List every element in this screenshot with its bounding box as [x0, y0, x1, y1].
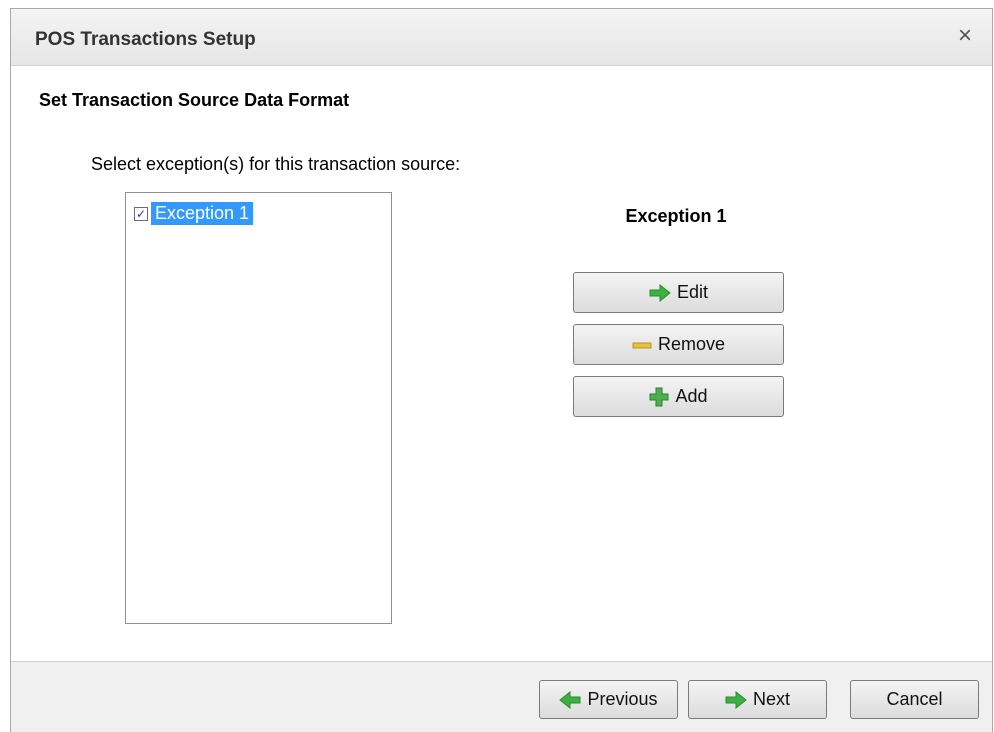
remove-button-label: Remove [657, 334, 726, 354]
add-button[interactable]: Add [573, 376, 784, 417]
arrow-right-icon [649, 283, 671, 302]
section-title: Set Transaction Source Data Format [39, 90, 350, 110]
next-button[interactable]: Next [688, 680, 827, 719]
plus-icon [649, 387, 669, 407]
dialog-footer [11, 661, 992, 732]
exception-item-label[interactable]: Exception 1 [151, 202, 254, 225]
list-item[interactable]: ✓ Exception 1 [134, 201, 254, 226]
close-icon[interactable]: × [952, 22, 978, 49]
pos-transactions-setup-dialog: POS Transactions Setup × Set Transaction… [10, 8, 993, 732]
previous-button-label: Previous [587, 689, 658, 709]
next-button-label: Next [752, 689, 790, 709]
previous-button[interactable]: Previous [539, 680, 678, 719]
title-bar: POS Transactions Setup × [11, 9, 992, 66]
edit-button[interactable]: Edit [573, 272, 784, 313]
exception-list[interactable]: ✓ Exception 1 [125, 192, 392, 624]
edit-button-label: Edit [676, 282, 709, 302]
exception-detail-title: Exception 1 [625, 206, 727, 226]
remove-button[interactable]: Remove [573, 324, 784, 365]
arrow-left-icon [559, 690, 581, 709]
window-title: POS Transactions Setup [35, 29, 256, 50]
cancel-button[interactable]: Cancel [850, 680, 979, 719]
minus-icon [632, 336, 652, 354]
exception-checkbox[interactable]: ✓ [134, 206, 148, 221]
arrow-right-icon [725, 690, 747, 709]
cancel-button-label: Cancel [886, 689, 943, 709]
add-button-label: Add [675, 386, 708, 406]
exception-prompt: Select exception(s) for this transaction… [91, 154, 461, 174]
